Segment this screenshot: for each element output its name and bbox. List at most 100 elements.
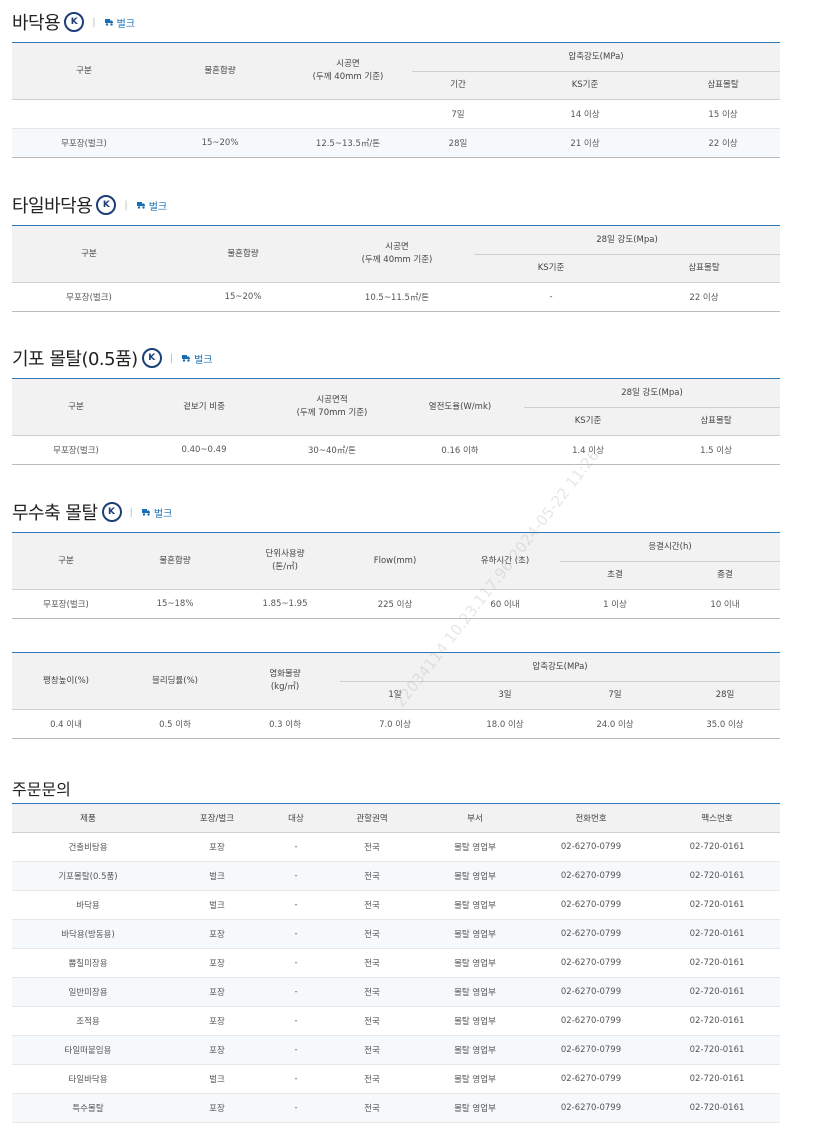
- table-row: 일반미장용 포장 - 전국 몰탈 영업부 02-6270-0799 02-720-0161: [12, 977, 780, 1007]
- order-cell: -: [270, 832, 322, 862]
- page-title: 바닥용: [12, 13, 61, 34]
- order-cell: 몰탈 영업부: [422, 890, 528, 920]
- bulk-badge: 벌크: [136, 198, 167, 213]
- order-cell: 몰탈 영업부: [422, 1035, 528, 1065]
- order-cell: 포장: [164, 1093, 270, 1123]
- order-cell: 02-720-0161: [654, 977, 780, 1007]
- table-row: 바닥용 벌크 - 전국 몰탈 영업부 02-6270-0799 02-720-0161: [12, 890, 780, 920]
- order-header-cell: 관할권역: [322, 803, 422, 833]
- table-row: 무포장(벌크) 15~18% 1.85~1.95 225 이상 60 이내 1 …: [43, 599, 740, 610]
- order-cell: 전국: [322, 861, 422, 891]
- order-cell: 전국: [322, 948, 422, 978]
- ks-mark-icon: K: [101, 502, 122, 522]
- table-row: 건출비탕용 포장 - 전국 몰탈 영업부 02-6270-0799 02-720-0161: [12, 832, 780, 862]
- table-row: 무포장(벌크) 15~20% 10.5~11.5㎡/톤 - 22 이상: [66, 292, 719, 303]
- order-cell: 02-6270-0799: [528, 1006, 654, 1036]
- order-cell: 02-6270-0799: [528, 890, 654, 920]
- table-row: 타일바닥용 벌크 - 전국 몰탈 영업부 02-6270-0799 02-720-0161: [12, 1064, 780, 1094]
- tile-floor-table: 구분 물혼합량 시공면 (두께 40mm 기준) 28일 강도(Mpa) KS기준…: [12, 225, 780, 312]
- order-cell: 타일바닥용: [12, 1064, 164, 1094]
- order-cell: 02-720-0161: [654, 1064, 780, 1094]
- base-table: 구분 겉보기 비중 시공면적 (두께 70mm 기준) 열전도율(W/mk) 28…: [12, 378, 780, 465]
- order-cell: 02-6270-0799: [528, 861, 654, 891]
- ks-mark-icon: K: [141, 348, 162, 368]
- order-cell: 02-6270-0799: [528, 919, 654, 949]
- truck-icon: [141, 509, 150, 516]
- bulk-badge: 벌크: [181, 351, 212, 366]
- order-header-cell: 부서: [422, 803, 528, 833]
- order-cell: 벌크: [164, 890, 270, 920]
- order-cell: 02-720-0161: [654, 919, 780, 949]
- order-header-cell: 제품: [12, 803, 164, 833]
- order-cell: 몰탈 영업부: [422, 919, 528, 949]
- order-cell: 02-720-0161: [654, 1006, 780, 1036]
- order-cell: 02-720-0161: [654, 948, 780, 978]
- order-cell: 몰탈 영업부: [422, 1093, 528, 1123]
- order-header-cell: 전화번호: [528, 803, 654, 833]
- table-row: 0.4 이내 0.5 이하 0.3 이하 7.0 이상 18.0 이상 24.0…: [50, 720, 744, 730]
- order-cell: 02-6270-0799: [528, 832, 654, 862]
- floor-table: 구분 물혼합량 시공면 (두께 40mm 기준) 압축강도(MPa) 기간 KS기…: [12, 42, 781, 158]
- nonshrink-table-1: 구분 물혼합량 단위사용량 (톤/㎥) Flow(mm) 유하시간 (초) 응결시…: [12, 532, 780, 619]
- order-cell: 포장: [164, 948, 270, 978]
- section-title-tile-floor: 타일바닥용 K | 벌크: [12, 195, 168, 217]
- order-cell: 02-6270-0799: [528, 1093, 654, 1123]
- order-cell: 몰탈 영업부: [422, 1006, 528, 1036]
- order-cell: 전국: [322, 1064, 422, 1094]
- table-row: 무포장(벌크) 0.40~0.49 30~40㎡/톤 0.16 이하 1.4 이…: [53, 445, 732, 456]
- order-cell: 몰탈 영업부: [422, 1064, 528, 1094]
- order-cell: 건출비탕용: [12, 832, 164, 862]
- order-cell: -: [270, 1064, 322, 1094]
- order-cell: 포장: [164, 977, 270, 1007]
- ks-mark-icon: K: [64, 12, 85, 32]
- table-row: 7일 14 이상 15 이상: [12, 99, 781, 129]
- order-cell: 벌크: [164, 1064, 270, 1094]
- order-cell: 포장: [164, 1006, 270, 1036]
- order-cell: 전국: [322, 1006, 422, 1036]
- order-cell: 02-6270-0799: [528, 1064, 654, 1094]
- section-title-floor: 바닥용 K | 벌크: [12, 10, 135, 34]
- order-cell: 전국: [322, 919, 422, 949]
- section-title-nonshrink: 무수축 몰탈 K | 벌크: [12, 502, 173, 524]
- order-cell: 기포몰탈(0.5품): [12, 861, 164, 891]
- table-row: 뿜칠미장용 포장 - 전국 몰탈 영업부 02-6270-0799 02-720-0161: [12, 948, 780, 978]
- order-cell: 몰탈 영업부: [422, 977, 528, 1007]
- order-cell: 뿜칠미장용: [12, 948, 164, 978]
- order-cell: 02-720-0161: [654, 832, 780, 862]
- order-cell: -: [270, 1035, 322, 1065]
- truck-icon: [182, 355, 191, 362]
- order-cell: 02-720-0161: [654, 1035, 780, 1065]
- order-header-cell: 팩스번호: [654, 803, 780, 833]
- order-cell: 02-720-0161: [654, 861, 780, 891]
- order-cell: 몰탈 영업부: [422, 861, 528, 891]
- order-cell: -: [270, 919, 322, 949]
- order-cell: 몰탈 영업부: [422, 832, 528, 862]
- order-cell: -: [270, 861, 322, 891]
- order-cell: 바닥용(방동용): [12, 919, 164, 949]
- table-row: 타일떠붙임용 포장 - 전국 몰탈 영업부 02-6270-0799 02-720-0161: [12, 1035, 780, 1065]
- order-cell: -: [270, 1006, 322, 1036]
- order-cell: 전국: [322, 1035, 422, 1065]
- order-cell: 전국: [322, 890, 422, 920]
- order-cell: 일반미장용: [12, 977, 164, 1007]
- order-header-row: 제품 포장/벌크 대상 관할권역 부서 전화번호 팩스번호: [12, 803, 780, 833]
- table-row: 바닥용(방동용) 포장 - 전국 몰탈 영업부 02-6270-0799 02-720-01…: [12, 919, 780, 949]
- order-header-cell: 대상: [270, 803, 322, 833]
- order-cell: 전국: [322, 977, 422, 1007]
- table-row: 기포몰탈(0.5품) 벌크 - 전국 몰탈 영업부 02-6270-0799 02-720-…: [12, 861, 780, 891]
- table-row: 특수몰탈 포장 - 전국 몰탈 영업부 02-6270-0799 02-720-0161: [12, 1093, 780, 1123]
- order-cell: 타일떠붙임용: [12, 1035, 164, 1065]
- section-title-base: 기포 몰탈(0.5품) K | 벌크: [12, 348, 213, 370]
- truck-icon: [136, 202, 145, 209]
- truck-icon: [104, 19, 113, 26]
- order-cell: -: [270, 948, 322, 978]
- order-header-cell: 포장/벌크: [164, 803, 270, 833]
- order-cell: -: [270, 1093, 322, 1123]
- order-cell: 바닥용: [12, 890, 164, 920]
- order-table: 제품 포장/벌크 대상 관할권역 부서 전화번호 팩스번호 건출비탕용 포장 - 전국 몰탈 영업부…: [12, 803, 780, 1123]
- order-cell: 특수몰탈: [12, 1093, 164, 1123]
- bulk-badge: 벌크: [141, 505, 172, 520]
- order-cell: 포장: [164, 919, 270, 949]
- order-cell: 전국: [322, 832, 422, 862]
- nonshrink-table-2: 팽창높이(%) 블리딩률(%) 염화물량 (kg/㎥) 압축강도(MPa) 1일 …: [12, 652, 781, 739]
